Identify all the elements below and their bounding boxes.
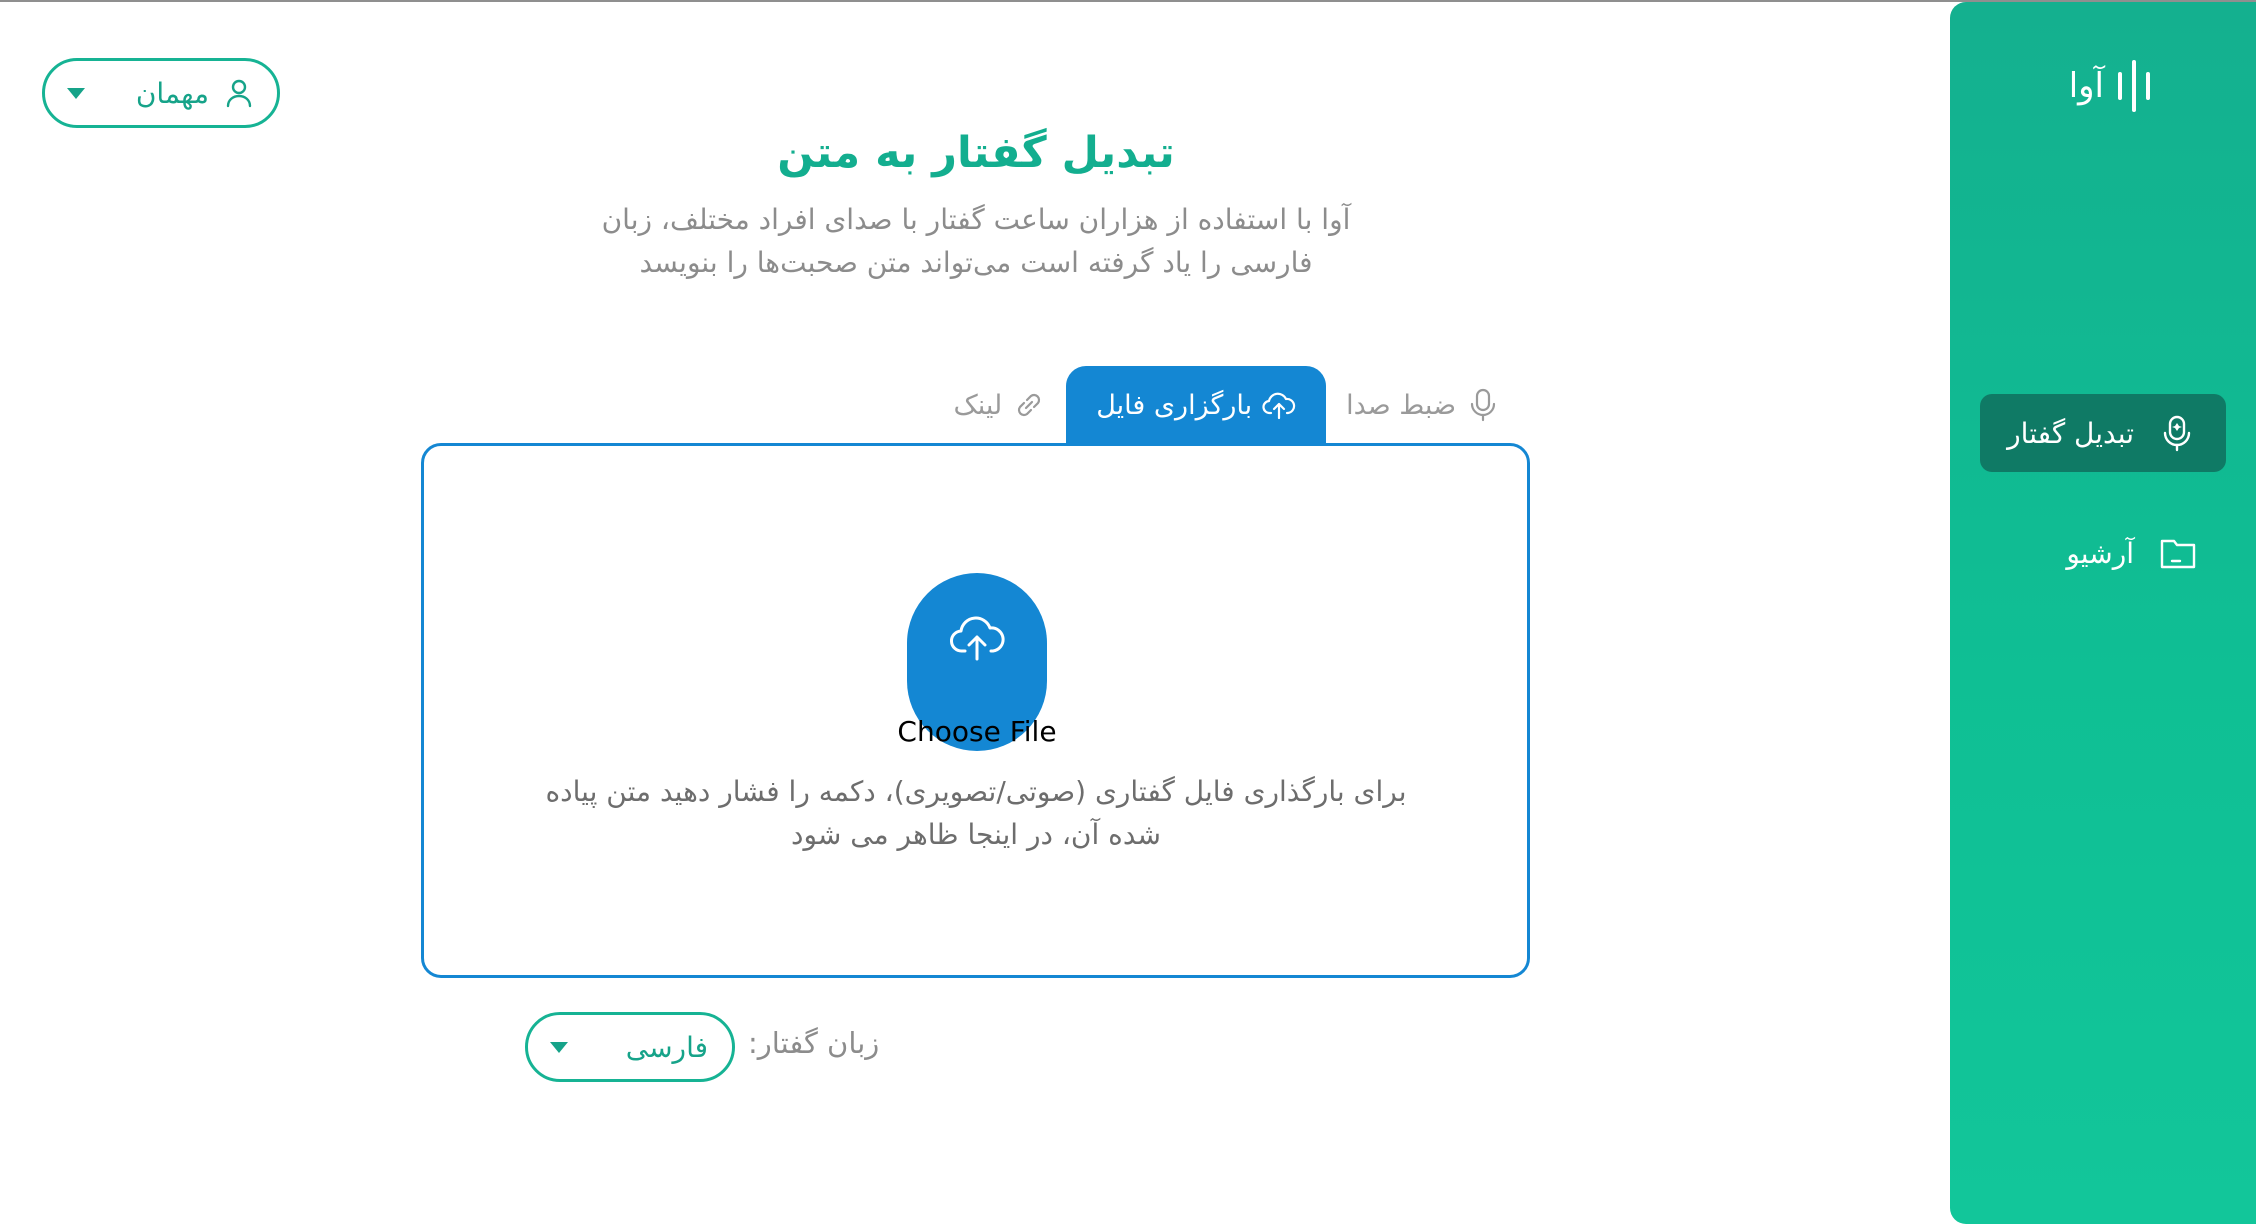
language-label: زبان گفتار: (748, 1026, 880, 1060)
user-menu-label: مهمان (135, 76, 209, 110)
sidebar-item-archive[interactable]: آرشیو (1980, 514, 2226, 592)
upload-dropzone: Choose File برای بارگذاری فایل گفتاری (ص… (421, 443, 1530, 978)
caret-down-icon (67, 87, 85, 99)
app-logo-text: آوا (2068, 66, 2104, 106)
language-value: فارسی (625, 1030, 708, 1064)
user-menu-dropdown[interactable]: مهمان (42, 58, 280, 128)
cloud-upload-icon (1262, 392, 1296, 420)
sidebar-item-label: آرشیو (2066, 536, 2134, 570)
page-title: تبدیل گفتار به متن (777, 128, 1175, 178)
tab-label: لینک (953, 389, 1003, 421)
cloud-upload-icon (950, 616, 1005, 661)
link-icon (1018, 393, 1041, 417)
microphone-icon (1470, 388, 1496, 422)
microphone-sparkle-icon (2163, 415, 2191, 452)
input-mode-tabs: ضبط صدا بارگزاری فایل لینک (934, 366, 1520, 444)
user-icon (226, 79, 252, 108)
caret-down-icon (550, 1041, 568, 1053)
tab-label: ضبط صدا (1346, 389, 1456, 421)
sidebar-item-label: تبدیل گفتار (2007, 416, 2134, 450)
page-subtitle: آوا با استفاده از هزاران ساعت گفتار با ص… (601, 203, 1351, 279)
upload-hint: برای بارگذاری فایل گفتاری (صوتی/تصویری)،… (545, 775, 1407, 851)
language-select[interactable]: فارسی (525, 1012, 735, 1082)
sound-bars-icon (2118, 60, 2150, 112)
tab-label: بارگزاری فایل (1096, 389, 1253, 421)
choose-file-label[interactable]: Choose File (844, 715, 1110, 748)
app-logo[interactable]: آوا (2069, 60, 2150, 112)
sidebar-item-speech-to-text[interactable]: تبدیل گفتار (1980, 394, 2226, 472)
folder-icon (2160, 539, 2196, 569)
tab-upload-file[interactable]: بارگزاری فایل (1066, 366, 1327, 444)
tab-link[interactable]: لینک (934, 366, 1067, 444)
sidebar: آوا تبدیل گفتار آرشیو (1950, 2, 2256, 1224)
tab-record[interactable]: ضبط صدا (1326, 366, 1520, 444)
